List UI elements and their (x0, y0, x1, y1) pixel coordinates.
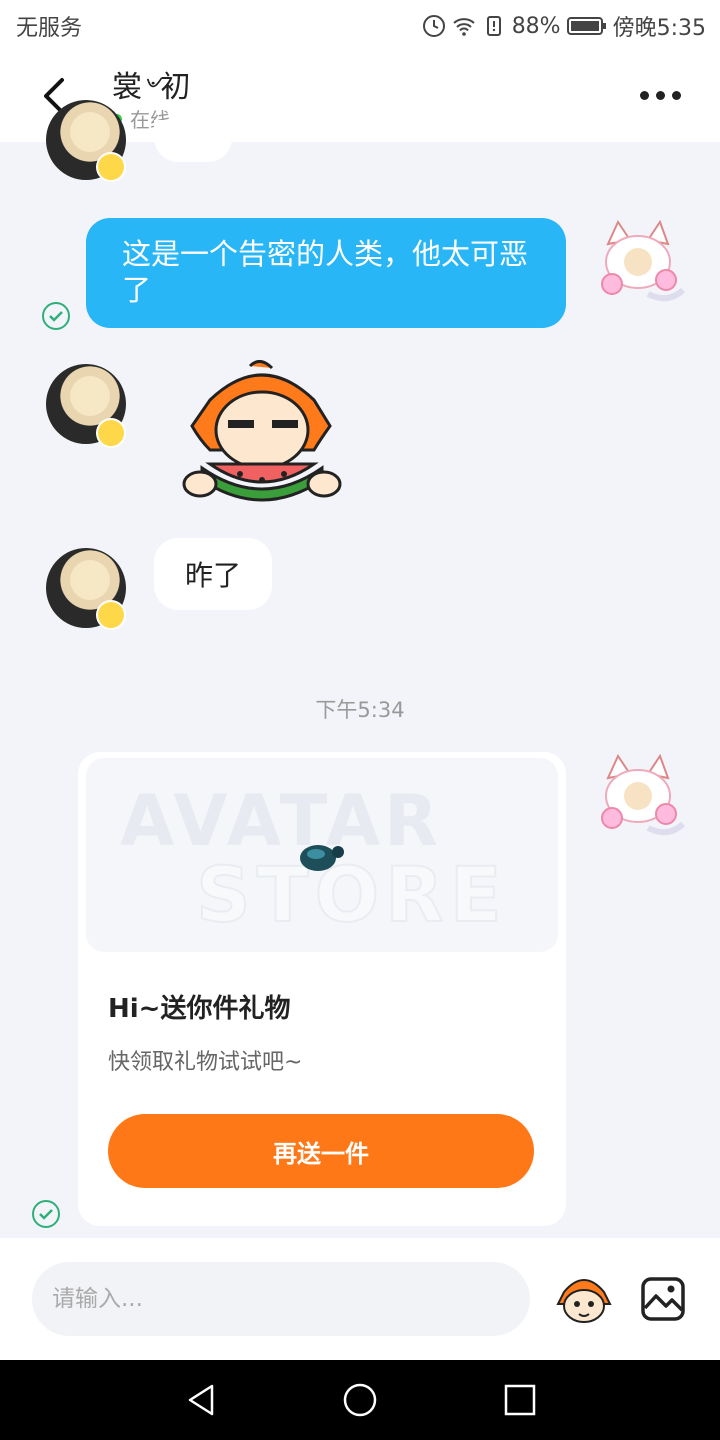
read-check-icon (32, 1200, 60, 1228)
carrier-text: 无服务 (16, 16, 83, 41)
battery-percent: 88% (511, 13, 561, 39)
nav-home-icon[interactable] (340, 1380, 380, 1420)
nav-recents-icon[interactable] (500, 1380, 540, 1420)
send-again-button[interactable]: 再送一件 (108, 1114, 534, 1188)
sim-icon (486, 16, 501, 36)
incoming-message-text: 昨了 (184, 559, 241, 592)
wifi-icon (453, 18, 475, 36)
watermelon-sticker-icon[interactable] (180, 360, 344, 510)
message-input[interactable] (32, 1262, 530, 1336)
nav-back-icon[interactable] (182, 1380, 222, 1420)
avatar-badge-icon (96, 418, 126, 448)
message-timestamp: 下午5:34 (315, 698, 405, 722)
avatar-badge-icon (96, 600, 126, 630)
outgoing-message-text: 这是一个告密的人类，他太可恶了 (122, 237, 529, 307)
my-avatar-cat-icon[interactable] (588, 748, 688, 848)
incoming-message[interactable]: 昨了 (154, 538, 272, 610)
my-avatar-cat-icon[interactable] (588, 214, 688, 314)
status-icons: 88% 傍晚5:35 (422, 10, 706, 42)
gift-title: Hi~送你件礼物 (108, 994, 291, 1024)
avatar-badge-icon (96, 152, 126, 182)
sticker-button-icon[interactable] (554, 1272, 614, 1326)
alarm-icon (422, 15, 445, 37)
clock-text: 傍晚5:35 (612, 16, 706, 41)
message-bubble-partial (154, 120, 232, 162)
pacifier-gift-icon (300, 845, 344, 871)
more-options-icon[interactable] (640, 88, 684, 102)
outgoing-message[interactable]: 这是一个告密的人类，他太可恶了 (86, 218, 566, 328)
battery-icon (566, 17, 606, 35)
gift-subtitle: 快领取礼物试试吧~ (108, 1050, 303, 1075)
banner-watermark-bottom: STORE (195, 849, 508, 940)
image-picker-icon[interactable] (640, 1276, 686, 1322)
read-check-icon (42, 302, 70, 330)
